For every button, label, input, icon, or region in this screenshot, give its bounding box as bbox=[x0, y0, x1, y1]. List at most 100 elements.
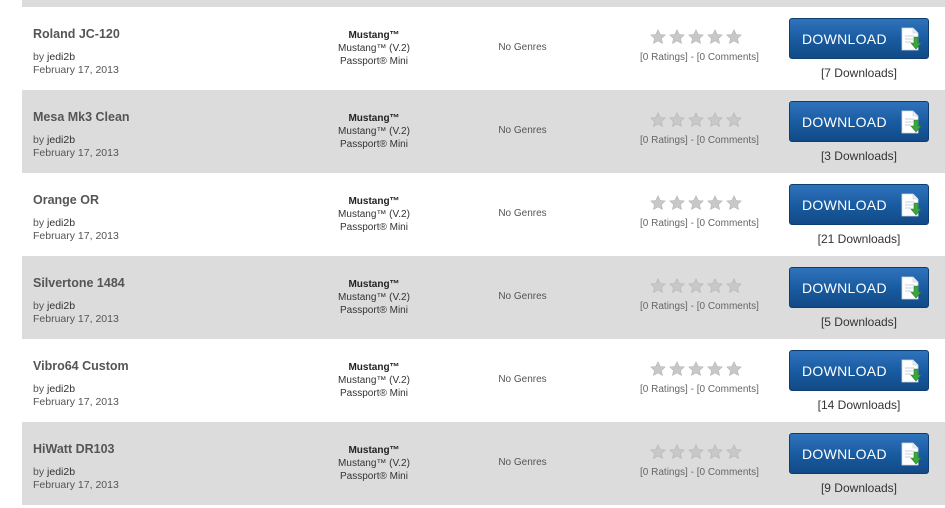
preset-row: Orange OR by jedi2b February 17, 2013 Mu… bbox=[22, 173, 945, 256]
download-button[interactable]: DOWNLOAD bbox=[789, 433, 929, 474]
star-icon[interactable] bbox=[650, 112, 666, 128]
preset-title-link[interactable]: Mesa Mk3 Clean bbox=[33, 110, 130, 124]
star-icon[interactable] bbox=[669, 29, 685, 45]
ratings-comments-count: [0 Ratings] - [0 Comments] bbox=[640, 52, 759, 63]
preset-row: Silvertone 1484 by jedi2b February 17, 2… bbox=[22, 256, 945, 339]
preset-byline: by jedi2b bbox=[33, 300, 75, 312]
previous-row-edge bbox=[22, 0, 945, 7]
ratings-comments-count: [0 Ratings] - [0 Comments] bbox=[640, 218, 759, 229]
platform-list: Mustang™ Mustang™ (V.2) Passport® Mini bbox=[312, 444, 436, 483]
star-icon[interactable] bbox=[688, 444, 704, 460]
preset-row: Roland JC-120 by jedi2b February 17, 201… bbox=[22, 7, 945, 90]
download-button[interactable]: DOWNLOAD bbox=[789, 350, 929, 391]
preset-date: February 17, 2013 bbox=[33, 230, 119, 242]
star-icon[interactable] bbox=[707, 278, 723, 294]
preset-row: Vibro64 Custom by jedi2b February 17, 20… bbox=[22, 339, 945, 422]
preset-date: February 17, 2013 bbox=[33, 479, 119, 491]
preset-row: HiWatt DR103 by jedi2b February 17, 2013… bbox=[22, 422, 945, 505]
author-link[interactable]: jedi2b bbox=[47, 134, 75, 146]
star-icon[interactable] bbox=[726, 361, 742, 377]
platform-list: Mustang™ Mustang™ (V.2) Passport® Mini bbox=[312, 361, 436, 400]
star-icon[interactable] bbox=[669, 444, 685, 460]
author-link[interactable]: jedi2b bbox=[47, 383, 75, 395]
platform-item: Passport® Mini bbox=[340, 388, 408, 399]
star-rating bbox=[650, 361, 742, 377]
star-icon[interactable] bbox=[707, 444, 723, 460]
platform-item: Passport® Mini bbox=[340, 56, 408, 67]
by-prefix: by bbox=[33, 51, 45, 63]
star-icon[interactable] bbox=[726, 112, 742, 128]
preset-title-link[interactable]: Roland JC-120 bbox=[33, 27, 120, 41]
download-file-icon bbox=[901, 359, 922, 383]
download-button-label: DOWNLOAD bbox=[802, 362, 887, 379]
star-icon[interactable] bbox=[688, 195, 704, 211]
star-icon[interactable] bbox=[726, 29, 742, 45]
platform-item: Passport® Mini bbox=[340, 471, 408, 482]
star-icon[interactable] bbox=[669, 195, 685, 211]
star-icon[interactable] bbox=[688, 112, 704, 128]
download-count: [14 Downloads] bbox=[817, 398, 901, 412]
by-prefix: by bbox=[33, 300, 45, 312]
download-button-label: DOWNLOAD bbox=[802, 113, 887, 130]
preset-title-link[interactable]: Vibro64 Custom bbox=[33, 359, 129, 373]
platform-item: Mustang™ (V.2) bbox=[338, 458, 410, 469]
star-rating bbox=[650, 29, 742, 45]
ratings-comments-count: [0 Ratings] - [0 Comments] bbox=[640, 384, 759, 395]
preset-date: February 17, 2013 bbox=[33, 396, 119, 408]
star-icon[interactable] bbox=[707, 361, 723, 377]
download-button[interactable]: DOWNLOAD bbox=[789, 267, 929, 308]
star-icon[interactable] bbox=[650, 361, 666, 377]
star-icon[interactable] bbox=[688, 278, 704, 294]
star-icon[interactable] bbox=[688, 29, 704, 45]
star-icon[interactable] bbox=[707, 195, 723, 211]
platform-list: Mustang™ Mustang™ (V.2) Passport® Mini bbox=[312, 112, 436, 151]
platform-item: Mustang™ bbox=[348, 30, 400, 41]
author-link[interactable]: jedi2b bbox=[47, 217, 75, 229]
star-icon[interactable] bbox=[726, 444, 742, 460]
star-icon[interactable] bbox=[726, 195, 742, 211]
preset-byline: by jedi2b bbox=[33, 383, 75, 395]
download-count: [7 Downloads] bbox=[820, 66, 898, 80]
download-file-icon bbox=[901, 193, 922, 217]
download-button[interactable]: DOWNLOAD bbox=[789, 18, 929, 59]
download-button-label: DOWNLOAD bbox=[802, 196, 887, 213]
download-button[interactable]: DOWNLOAD bbox=[789, 184, 929, 225]
star-icon[interactable] bbox=[650, 444, 666, 460]
platform-item: Mustang™ (V.2) bbox=[338, 126, 410, 137]
genre-label: No Genres bbox=[498, 291, 547, 302]
download-count: [9 Downloads] bbox=[820, 481, 898, 495]
platform-item: Mustang™ bbox=[348, 362, 400, 373]
platform-item: Passport® Mini bbox=[340, 305, 408, 316]
preset-date: February 17, 2013 bbox=[33, 313, 119, 325]
star-icon[interactable] bbox=[726, 278, 742, 294]
preset-title-link[interactable]: Silvertone 1484 bbox=[33, 276, 125, 290]
star-icon[interactable] bbox=[669, 112, 685, 128]
star-icon[interactable] bbox=[669, 278, 685, 294]
star-icon[interactable] bbox=[650, 278, 666, 294]
preset-byline: by jedi2b bbox=[33, 134, 75, 146]
star-icon[interactable] bbox=[650, 195, 666, 211]
author-link[interactable]: jedi2b bbox=[47, 466, 75, 478]
platform-item: Mustang™ bbox=[348, 196, 400, 207]
star-icon[interactable] bbox=[650, 29, 666, 45]
platform-item: Passport® Mini bbox=[340, 222, 408, 233]
preset-byline: by jedi2b bbox=[33, 466, 75, 478]
preset-byline: by jedi2b bbox=[33, 217, 75, 229]
platform-item: Mustang™ bbox=[348, 279, 400, 290]
star-icon[interactable] bbox=[669, 361, 685, 377]
author-link[interactable]: jedi2b bbox=[47, 300, 75, 312]
by-prefix: by bbox=[33, 383, 45, 395]
platform-item: Mustang™ (V.2) bbox=[338, 209, 410, 220]
preset-date: February 17, 2013 bbox=[33, 147, 119, 159]
star-icon[interactable] bbox=[707, 112, 723, 128]
author-link[interactable]: jedi2b bbox=[47, 51, 75, 63]
ratings-comments-count: [0 Ratings] - [0 Comments] bbox=[640, 301, 759, 312]
ratings-comments-count: [0 Ratings] - [0 Comments] bbox=[640, 467, 759, 478]
download-button[interactable]: DOWNLOAD bbox=[789, 101, 929, 142]
download-count: [3 Downloads] bbox=[820, 149, 898, 163]
star-icon[interactable] bbox=[707, 29, 723, 45]
preset-title-link[interactable]: Orange OR bbox=[33, 193, 99, 207]
star-icon[interactable] bbox=[688, 361, 704, 377]
preset-title-link[interactable]: HiWatt DR103 bbox=[33, 442, 115, 456]
star-rating bbox=[650, 444, 742, 460]
